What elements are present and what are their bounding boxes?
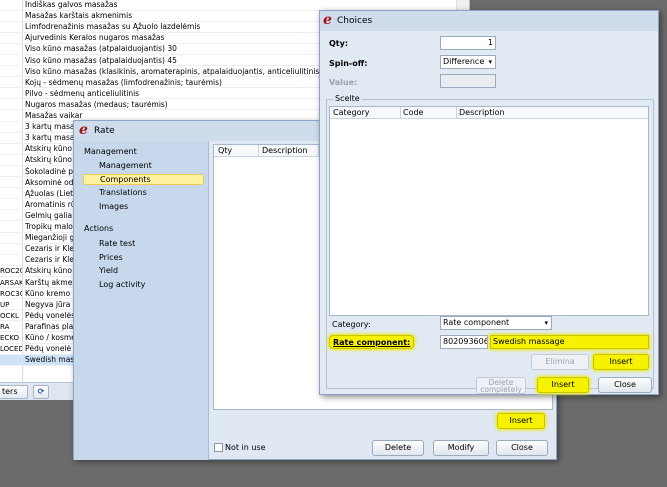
list-item-code: RA	[0, 322, 10, 331]
choices-dialog-title: Choices	[337, 16, 373, 26]
value-field[interactable]	[440, 74, 496, 88]
list-item-name: Viso kūno masažas (atpalaiduojantis) 45	[25, 55, 177, 65]
refresh-icon[interactable]: ⟳	[33, 385, 49, 399]
spinoff-select[interactable]: Difference ▾	[440, 55, 496, 69]
app-logo-icon: e	[323, 12, 332, 28]
filters-button[interactable]: ters	[0, 385, 28, 399]
list-item-name: Masažas karštais akmenimis	[25, 11, 133, 21]
column-header-category[interactable]: Category	[333, 108, 370, 117]
rate-insert-button[interactable]: Insert	[497, 413, 545, 429]
list-item[interactable]: Indiškas galvos masažas	[0, 0, 470, 11]
delete-completely-button[interactable]: Delete completely	[476, 377, 526, 394]
list-item-name: Atskirų kūno d	[25, 144, 80, 154]
list-item-code: LOCED	[0, 345, 22, 354]
list-item-name: Kojų - sėdmenų masažas (limfodrenažinis;…	[25, 77, 222, 87]
column-header-code[interactable]: Code	[403, 108, 423, 117]
nav-item-yield[interactable]: Yield	[99, 266, 118, 275]
qty-field[interactable]: 1	[440, 36, 496, 50]
list-item-name: Viso kūno masažas (klasikinis, aromatera…	[25, 66, 323, 76]
spinoff-selected-value: Difference	[443, 57, 485, 66]
nav-item-components[interactable]: Components	[83, 174, 204, 185]
list-item-name: Indiškas galvos masažas	[25, 0, 118, 9]
nav-header-management: Management	[84, 147, 137, 156]
list-item-code: ECKO	[0, 334, 20, 342]
rate-component-code-field[interactable]: 8020936065	[440, 335, 488, 349]
nav-header-actions: Actions	[84, 224, 114, 233]
choices-close-button[interactable]: Close	[598, 377, 652, 393]
close-button[interactable]: Close	[496, 440, 548, 456]
rate-component-name-field[interactable]: Swedish massage	[490, 335, 649, 349]
nav-item-prices[interactable]: Prices	[99, 253, 123, 262]
not-in-use-label: Not in use	[225, 443, 266, 452]
nav-item-images[interactable]: Images	[99, 202, 128, 211]
category-selected-value: Rate component	[443, 318, 510, 327]
category-select[interactable]: Rate component ▾	[440, 316, 552, 330]
list-item-name: Viso kūno masažas (atpalaiduojantis) 30	[25, 44, 177, 54]
nav-item-translations[interactable]: Translations	[99, 188, 147, 197]
list-item-name: Nugaros masažas (medaus; taurėmis)	[25, 99, 168, 109]
rate-side-nav: Management Management Components Transla…	[74, 141, 209, 460]
filters-button-label: ters	[2, 387, 18, 396]
list-item-name: Kūno / kosmet	[25, 333, 79, 342]
list-item-name: Aksominė oda	[25, 177, 79, 187]
list-item-code: OCKL	[0, 311, 19, 320]
nav-item-log-activity[interactable]: Log activity	[99, 280, 145, 289]
choices-table[interactable]: Category Code Description	[329, 106, 649, 316]
value-label: Value:	[329, 78, 358, 87]
column-header-description[interactable]: Description	[262, 146, 308, 155]
chevron-down-icon: ▾	[488, 58, 492, 66]
modify-button[interactable]: Modify	[433, 440, 489, 456]
category-label: Category:	[332, 320, 371, 329]
list-item-name: Gelmių galia	[25, 210, 73, 220]
rate-window-title: Rate	[94, 126, 115, 136]
app-logo-icon: e	[79, 122, 88, 138]
choices-titlebar[interactable]: e Choices	[320, 11, 658, 31]
list-item-name: Ajurvedinis Keralos nugaros masažas	[25, 33, 165, 43]
list-item-name: Parafinas plašt	[25, 321, 81, 331]
column-header-qty[interactable]: Qty	[218, 146, 232, 155]
list-item-code: ROC30	[0, 289, 22, 298]
column-header-description[interactable]: Description	[459, 108, 505, 117]
list-item-name: 3 kartų masaž	[25, 133, 79, 143]
qty-label: Qty:	[329, 39, 349, 48]
not-in-use-checkbox[interactable]	[214, 443, 223, 452]
nav-item-rate-test[interactable]: Rate test	[99, 239, 135, 248]
list-item-name: Pilvo - sėdmenų anticeliulitinis	[25, 88, 140, 98]
choices-insert-button[interactable]: Insert	[537, 377, 589, 393]
inner-insert-button[interactable]: Insert	[593, 354, 649, 370]
list-item-code: UP	[0, 300, 10, 309]
scelte-group-title: Scelte	[333, 94, 362, 103]
chevron-down-icon: ▾	[544, 319, 548, 327]
list-item-code: ARSAK	[0, 278, 22, 287]
choices-table-header: Category Code Description	[330, 107, 648, 119]
nav-item-management[interactable]: Management	[99, 161, 152, 170]
list-item-name: Limfodrenažinis masažas su Ąžuolo lazdel…	[25, 22, 201, 32]
list-item-name: Pėdų vonelė 2	[25, 344, 79, 354]
list-item-name: 3 kartų masaž	[25, 122, 79, 132]
elimina-button[interactable]: Elimina	[531, 354, 589, 370]
spinoff-label: Spin-off:	[329, 59, 368, 68]
delete-button[interactable]: Delete	[372, 440, 424, 456]
rate-component-label: Rate component:	[329, 335, 415, 349]
list-item-code: ROC20	[0, 267, 22, 276]
list-item-name: Atskirų kūno d	[25, 155, 80, 165]
choices-dialog: e Choices Qty: 1 Spin-off: Difference ▾ …	[319, 10, 659, 395]
